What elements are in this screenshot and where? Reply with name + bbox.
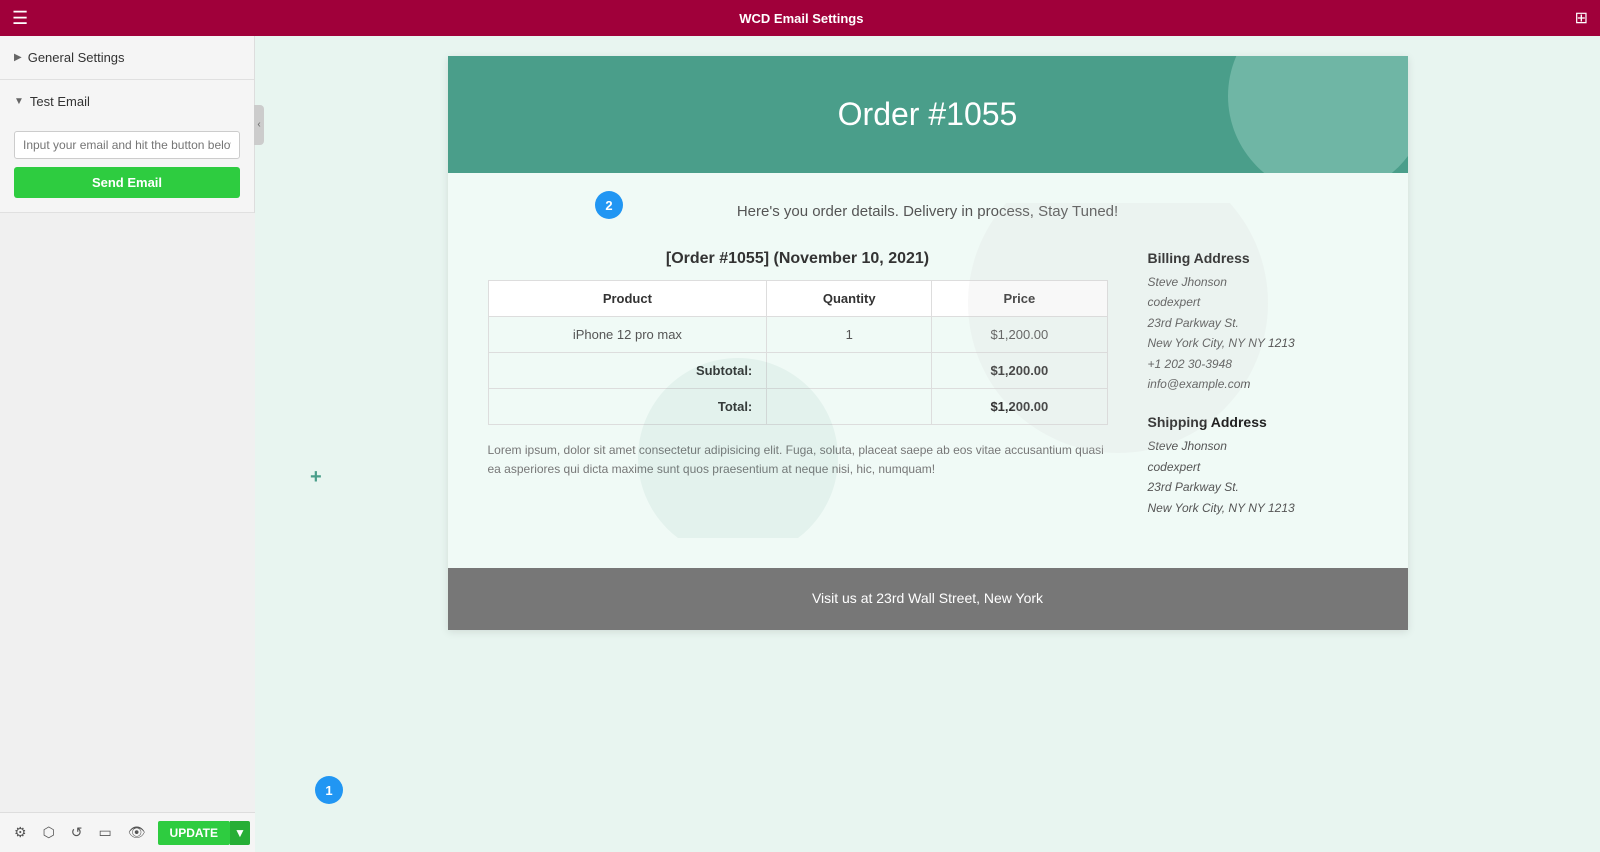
main-area: 2 + Order #1055 Here's you order details… <box>255 36 1600 852</box>
shipping-address-block: Shipping Address Steve Jhonson codexpert… <box>1148 414 1368 518</box>
billing-address-block: Billing Address Steve Jhonson codexpert … <box>1148 250 1368 394</box>
email-footer-text: Visit us at 23rd Wall Street, New York <box>812 590 1043 606</box>
col-quantity: Quantity <box>767 281 932 317</box>
test-email-label: Test Email <box>30 94 90 109</box>
shipping-name: Steve Jhonson <box>1148 436 1368 456</box>
col-product: Product <box>488 281 767 317</box>
shipping-street: 23rd Parkway St. <box>1148 477 1368 497</box>
total-label: Total: <box>488 389 767 425</box>
test-email-arrow: ▼ <box>14 96 24 107</box>
table-header-row: Product Quantity Price <box>488 281 1107 317</box>
hamburger-icon[interactable]: ☰ <box>12 8 28 29</box>
update-dropdown-button[interactable]: ▼ <box>230 821 250 845</box>
billing-phone: +1 202 30-3948 <box>1148 354 1368 374</box>
sidebar-wrapper: ▶ General Settings ▼ Test Email Send Ema… <box>0 36 255 852</box>
general-settings-header[interactable]: ▶ General Settings <box>0 36 254 79</box>
order-table-title: [Order #1055] (November 10, 2021) <box>488 250 1108 268</box>
billing-street: 23rd Parkway St. <box>1148 313 1368 333</box>
billing-company: codexpert <box>1148 292 1368 312</box>
subtotal-empty <box>767 353 932 389</box>
grid-icon[interactable]: ⊞ <box>1575 8 1588 28</box>
test-email-body: Send Email <box>0 123 254 212</box>
total-row: Total: $1,200.00 <box>488 389 1107 425</box>
sidebar-collapse-handle[interactable]: ‹ <box>254 105 264 145</box>
email-body: Here's you order details. Delivery in pr… <box>448 173 1408 568</box>
settings-icon-button[interactable]: ⚙ <box>10 822 31 843</box>
general-settings-label: General Settings <box>28 50 125 65</box>
layers-icon-button[interactable]: ⬡ <box>39 822 59 843</box>
top-bar: ☰ WCD Email Settings ⊞ <box>0 0 1600 36</box>
cell-price: $1,200.00 <box>932 317 1107 353</box>
mobile-preview-button[interactable]: ▭ <box>95 822 116 843</box>
sidebar: ▶ General Settings ▼ Test Email Send Ema… <box>0 36 255 213</box>
billing-city: New York City, NY NY 1213 <box>1148 333 1368 353</box>
cell-quantity: 1 <box>767 317 932 353</box>
general-settings-section: ▶ General Settings <box>0 36 254 80</box>
email-footer: Visit us at 23rd Wall Street, New York <box>448 568 1408 630</box>
email-preview: Order #1055 Here's you order details. De… <box>448 56 1408 630</box>
order-addresses: Billing Address Steve Jhonson codexpert … <box>1148 250 1368 538</box>
bottom-toolbar: ⚙ ⬡ ↺ ▭ 👁 UPDATE ▼ <box>0 812 255 852</box>
subtotal-value: $1,200.00 <box>932 353 1107 389</box>
subtotal-row: Subtotal: $1,200.00 <box>488 353 1107 389</box>
shipping-city: New York City, NY NY 1213 <box>1148 498 1368 518</box>
history-icon-button[interactable]: ↺ <box>67 822 87 843</box>
order-table: Product Quantity Price iPhone 12 pro max… <box>488 280 1108 425</box>
table-row: iPhone 12 pro max 1 $1,200.00 <box>488 317 1107 353</box>
annotation-2: 2 <box>595 191 623 219</box>
email-input[interactable] <box>14 131 240 159</box>
general-settings-arrow: ▶ <box>14 52 22 63</box>
billing-name: Steve Jhonson <box>1148 272 1368 292</box>
billing-email: info@example.com <box>1148 374 1368 394</box>
annotation-1: 1 <box>315 776 343 804</box>
shipping-company: codexpert <box>1148 457 1368 477</box>
add-section-icon[interactable]: + <box>310 466 322 489</box>
billing-address-title: Billing Address <box>1148 250 1368 266</box>
test-email-header[interactable]: ▼ Test Email <box>0 80 254 123</box>
total-value: $1,200.00 <box>932 389 1107 425</box>
test-email-section: ▼ Test Email Send Email <box>0 80 254 213</box>
order-content: [Order #1055] (November 10, 2021) Produc… <box>488 250 1368 538</box>
update-button[interactable]: UPDATE <box>158 821 230 845</box>
send-email-button[interactable]: Send Email <box>14 167 240 198</box>
shipping-address-title: Shipping Address <box>1148 414 1368 430</box>
lorem-text: Lorem ipsum, dolor sit amet consectetur … <box>488 441 1108 479</box>
eye-icon-button[interactable]: 👁 <box>124 822 150 843</box>
update-group: UPDATE ▼ <box>158 821 250 845</box>
email-header: Order #1055 <box>448 56 1408 173</box>
order-main: [Order #1055] (November 10, 2021) Produc… <box>488 250 1108 479</box>
total-empty <box>767 389 932 425</box>
cell-product: iPhone 12 pro max <box>488 317 767 353</box>
app-title: WCD Email Settings <box>739 11 863 26</box>
subtotal-label: Subtotal: <box>488 353 767 389</box>
col-price: Price <box>932 281 1107 317</box>
